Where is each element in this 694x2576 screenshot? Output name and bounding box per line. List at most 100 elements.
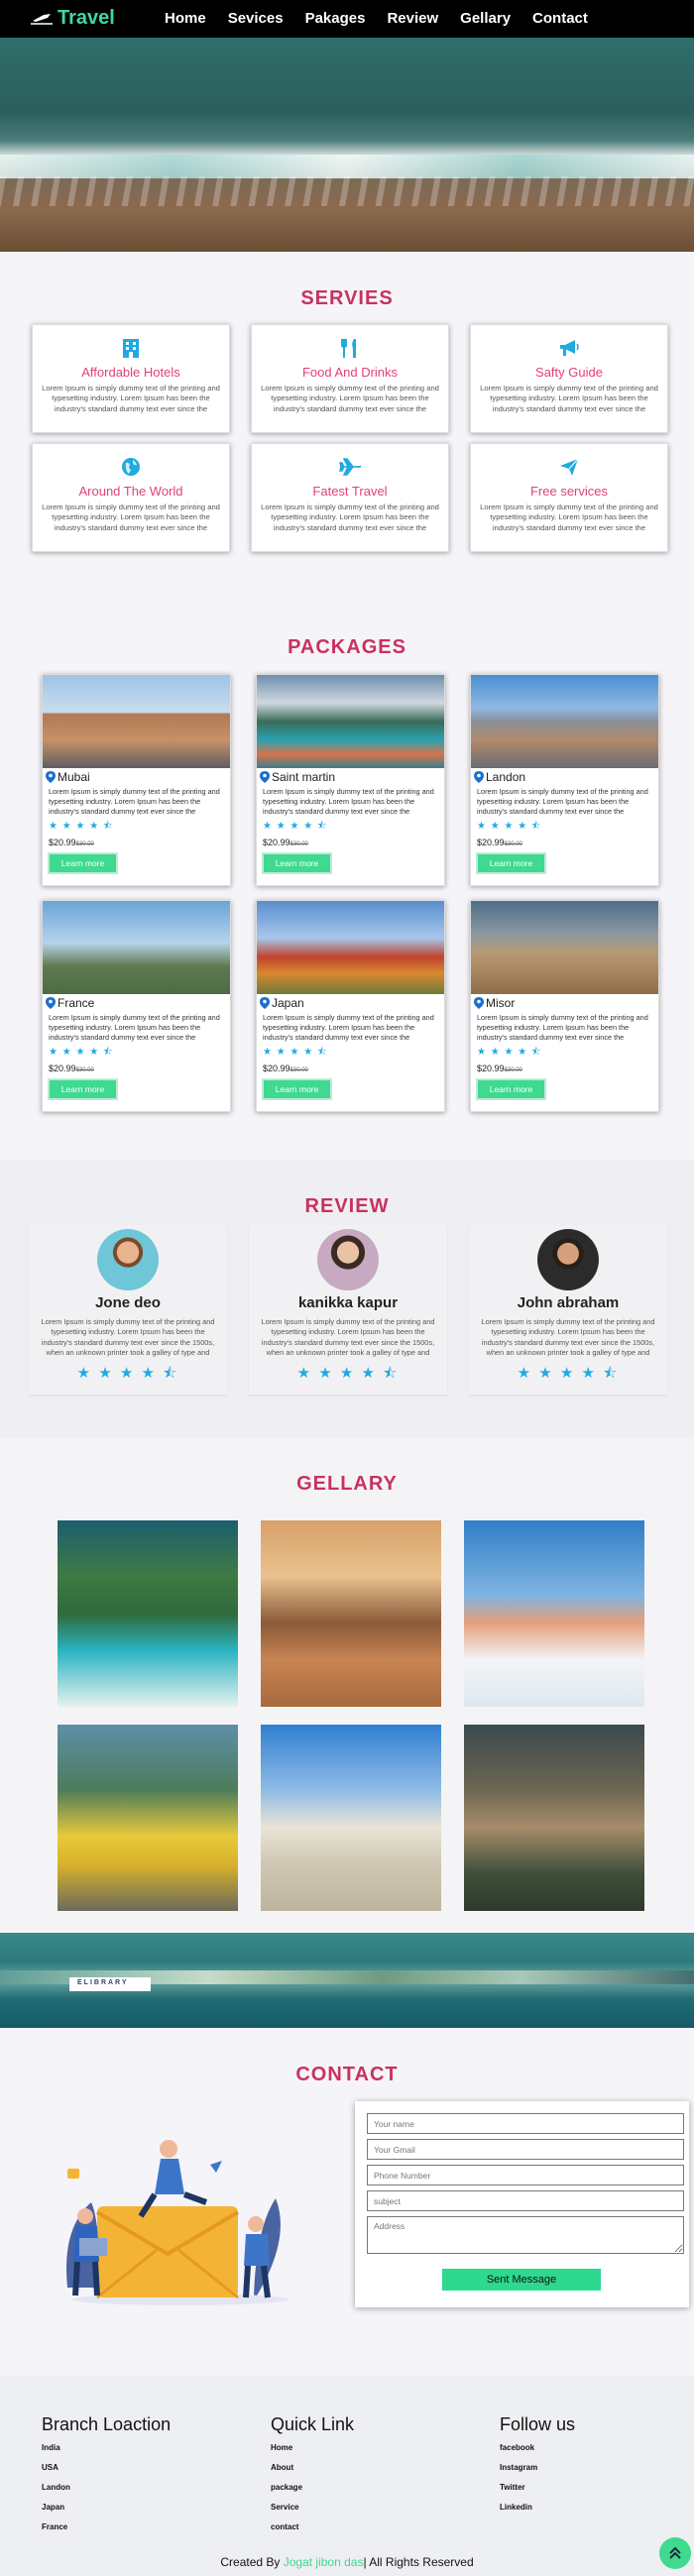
package-price: $20.99$30.00 <box>477 838 522 847</box>
branch-title: Branch Loaction <box>42 2414 172 2434</box>
follow-title: Follow us <box>500 2414 576 2434</box>
package-text: Lorem Ipsum is simply dummy text of the … <box>49 1013 220 1042</box>
quick-link-column: Quick Link Home About package Service co… <box>271 2414 354 2542</box>
learn-more-button[interactable]: Learn more <box>476 1078 546 1100</box>
packages-title: PACKAGES <box>288 636 406 658</box>
package-text: Lorem Ipsum is simply dummy text of the … <box>49 787 220 816</box>
rating-stars: ★ ★ ★ ★ ⯪ <box>49 1047 114 1058</box>
service-card: Food And Drinks Lorem Ipsum is simply du… <box>251 324 449 433</box>
review-card: John abraham Lorem Ipsum is simply dummy… <box>469 1225 667 1395</box>
service-text: Lorem Ipsum is simply dummy text of the … <box>480 384 658 413</box>
package-card: Mubai Lorem Ipsum is simply dummy text o… <box>42 674 231 886</box>
review-card: Jone deo Lorem Ipsum is simply dummy tex… <box>29 1225 227 1395</box>
service-title: Food And Drinks <box>301 365 399 380</box>
reviewer-name: John abraham <box>517 1294 620 1311</box>
branch-item[interactable]: India <box>42 2443 171 2452</box>
package-card: Saint martin Lorem Ipsum is simply dummy… <box>256 674 445 886</box>
top-navbar: Travel Home Sevices Pakages Review Gella… <box>0 0 694 38</box>
quick-link[interactable]: Home <box>271 2443 354 2452</box>
rating-stars: ★ ★ ★ ★ ⯪ <box>477 1047 542 1058</box>
gallery-image[interactable] <box>261 1520 441 1707</box>
nav-contact[interactable]: Contact <box>532 10 588 27</box>
logo[interactable]: Travel <box>30 7 115 30</box>
scroll-top-button[interactable] <box>659 2537 691 2569</box>
learn-more-button[interactable]: Learn more <box>476 852 546 874</box>
package-card: Japan Lorem Ipsum is simply dummy text o… <box>256 900 445 1112</box>
contact-form: Sent Message <box>355 2101 689 2307</box>
service-text: Lorem Ipsum is simply dummy text of the … <box>261 503 439 532</box>
social-link[interactable]: Twitter <box>500 2483 575 2492</box>
social-link[interactable]: facebook <box>500 2443 575 2452</box>
service-text: Lorem Ipsum is simply dummy text of the … <box>42 384 220 413</box>
nav-home[interactable]: Home <box>165 10 206 27</box>
social-link[interactable]: Instagram <box>500 2463 575 2472</box>
avatar <box>317 1229 379 1290</box>
review-text: Lorem Ipsum is simply dummy text of the … <box>41 1317 215 1359</box>
quick-link[interactable]: contact <box>271 2522 354 2531</box>
avatar <box>97 1229 159 1290</box>
quick-link[interactable]: About <box>271 2463 354 2472</box>
location-pin-icon <box>46 997 56 1009</box>
contact-title: CONTACT <box>295 2064 399 2085</box>
author-link[interactable]: Jogat jibon das <box>284 2555 364 2569</box>
rating-stars: ★ ★ ★ ★ ⯪ <box>76 1365 179 1382</box>
location-pin-icon <box>474 997 484 1009</box>
rating-stars: ★ ★ ★ ★ ⯪ <box>49 821 114 832</box>
gallery-title: GELLARY <box>296 1473 398 1495</box>
learn-more-button[interactable]: Learn more <box>262 1078 332 1100</box>
nav-services[interactable]: Sevices <box>228 10 284 27</box>
package-price: $20.99$30.00 <box>477 1064 522 1073</box>
location-pin-icon <box>260 771 270 783</box>
service-card: Fatest Travel Lorem Ipsum is simply dumm… <box>251 443 449 552</box>
gallery-image[interactable] <box>58 1520 238 1707</box>
package-text: Lorem Ipsum is simply dummy text of the … <box>477 1013 648 1042</box>
learn-more-button[interactable]: Learn more <box>48 852 118 874</box>
package-price: $20.99$30.00 <box>263 1064 308 1073</box>
package-price: $20.99$30.00 <box>49 1064 94 1073</box>
package-place: Landon <box>486 770 526 784</box>
branch-item[interactable]: France <box>42 2522 171 2531</box>
service-text: Lorem Ipsum is simply dummy text of the … <box>261 384 439 413</box>
nav-packages[interactable]: Pakages <box>305 10 366 27</box>
branch-item[interactable]: Landon <box>42 2483 171 2492</box>
gallery-image[interactable] <box>58 1725 238 1911</box>
branch-item[interactable]: Japan <box>42 2503 171 2512</box>
gallery-image[interactable] <box>464 1725 644 1911</box>
email-input[interactable] <box>367 2139 684 2160</box>
package-image <box>43 675 230 768</box>
avatar <box>537 1229 599 1290</box>
location-pin-icon <box>474 771 484 783</box>
social-link[interactable]: Linkedin <box>500 2503 575 2512</box>
banner-image: ELIBRARY <box>0 1933 694 2028</box>
phone-input[interactable] <box>367 2165 684 2185</box>
globe-icon <box>122 458 140 476</box>
rating-stars: ★ ★ ★ ★ ⯪ <box>517 1365 620 1382</box>
rating-stars: ★ ★ ★ ★ ⯪ <box>263 821 328 832</box>
learn-more-button[interactable]: Learn more <box>262 852 332 874</box>
branch-item[interactable]: USA <box>42 2463 171 2472</box>
package-price: $20.99$30.00 <box>49 838 94 847</box>
hero-wave-texture <box>0 176 694 206</box>
review-text: Lorem Ipsum is simply dummy text of the … <box>261 1317 435 1359</box>
service-card: Free services Lorem Ipsum is simply dumm… <box>470 443 668 552</box>
gallery-image[interactable] <box>464 1520 644 1707</box>
name-input[interactable] <box>367 2113 684 2134</box>
review-title: REVIEW <box>304 1195 390 1217</box>
plane-logo-icon <box>31 13 53 25</box>
package-image <box>471 675 658 768</box>
quick-link[interactable]: Service <box>271 2503 354 2512</box>
utensils-icon <box>341 339 356 358</box>
hero-image <box>0 38 694 252</box>
services-grid: Affordable Hotels Lorem Ipsum is simply … <box>32 324 669 552</box>
gallery-image[interactable] <box>261 1725 441 1911</box>
subject-input[interactable] <box>367 2190 684 2211</box>
service-title: Safty Guide <box>535 365 603 380</box>
address-input[interactable] <box>367 2216 684 2254</box>
send-message-button[interactable]: Sent Message <box>442 2269 601 2291</box>
learn-more-button[interactable]: Learn more <box>48 1078 118 1100</box>
nav-review[interactable]: Review <box>387 10 438 27</box>
quick-link[interactable]: package <box>271 2483 354 2492</box>
follow-column: Follow us facebook Instagram Twitter Lin… <box>500 2414 575 2522</box>
nav-gallery[interactable]: Gellary <box>460 10 511 27</box>
branch-column: Branch Loaction India USA Landon Japan F… <box>42 2414 171 2542</box>
